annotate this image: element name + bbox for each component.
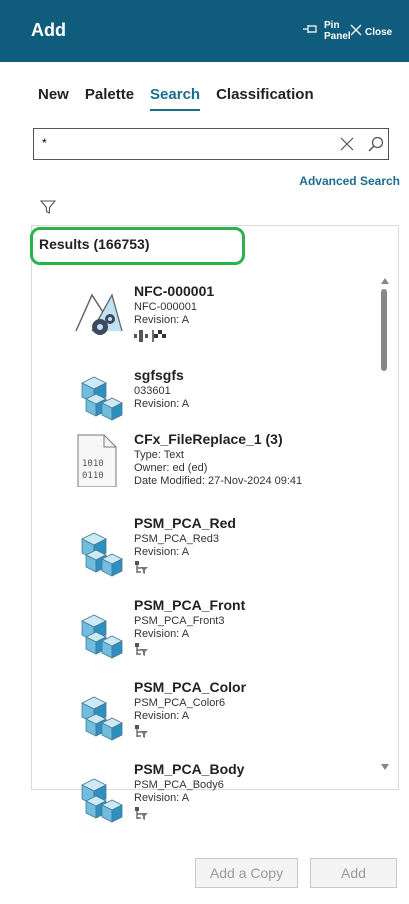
item-date-modified: Date Modified: 27-Nov-2024 09:41 — [134, 475, 303, 487]
tab-classification[interactable]: Classification — [216, 86, 314, 111]
structure-filter-icon — [134, 643, 148, 657]
svg-text:1010: 1010 — [82, 459, 104, 469]
part-cubes-icon — [72, 523, 128, 579]
filter-icon[interactable] — [39, 199, 57, 220]
item-revision: Revision: A — [134, 546, 190, 558]
scroll-up-arrow[interactable] — [381, 278, 389, 284]
item-id: PSM_PCA_Color6 — [134, 697, 226, 709]
item-revision: Revision: A — [134, 314, 190, 326]
panel-header: Add Pin Panel Close — [0, 0, 409, 62]
item-name: PSM_PCA_Red — [134, 515, 236, 531]
item-name: PSM_PCA_Color — [134, 679, 247, 695]
item-id: PSM_PCA_Body6 — [134, 779, 224, 791]
structure-icon — [134, 329, 148, 343]
tab-palette[interactable]: Palette — [85, 86, 134, 111]
pin-label-line2: Panel — [324, 31, 351, 42]
nfc-assembly-icon — [72, 283, 128, 339]
svg-text:0110: 0110 — [82, 471, 104, 481]
part-cubes-icon — [72, 605, 128, 661]
item-name: PSM_PCA_Body — [134, 761, 245, 777]
close-icon — [350, 23, 362, 41]
structure-filter-icon — [134, 807, 148, 821]
scrollbar-thumb[interactable] — [381, 289, 387, 371]
search-icon[interactable] — [367, 135, 385, 158]
item-revision: Revision: A — [134, 792, 190, 804]
pin-label-line1: Pin — [324, 20, 340, 31]
item-revision: Revision: A — [134, 398, 190, 410]
item-name: NFC-000001 — [134, 283, 215, 299]
search-input[interactable] — [40, 135, 314, 151]
pin-icon — [302, 22, 320, 41]
tab-new[interactable]: New — [38, 86, 69, 111]
part-cubes-icon — [72, 367, 128, 423]
item-id: PSM_PCA_Front3 — [134, 615, 225, 627]
close-label: Close — [365, 26, 393, 38]
item-revision: Revision: A — [134, 710, 190, 722]
advanced-search-link[interactable]: Advanced Search — [299, 174, 400, 188]
clear-icon[interactable] — [339, 136, 355, 157]
results-highlight-outline — [30, 227, 245, 265]
structure-filter-icon — [134, 725, 148, 739]
structure-filter-icon — [134, 561, 148, 575]
pin-panel-button[interactable]: Pin Panel — [302, 16, 351, 46]
item-id: NFC-000001 — [134, 301, 197, 313]
scroll-down-arrow[interactable] — [381, 764, 389, 770]
part-cubes-icon — [72, 687, 128, 743]
close-button[interactable]: Close — [350, 20, 392, 44]
add-button[interactable]: Add — [310, 858, 397, 888]
item-revision: Revision: A — [134, 628, 190, 640]
add-copy-button[interactable]: Add a Copy — [195, 858, 298, 888]
item-name: sgfsgfs — [134, 367, 184, 383]
tab-bar: New Palette Search Classification — [38, 86, 330, 111]
item-id: PSM_PCA_Red3 — [134, 533, 219, 545]
item-name: CFx_FileReplace_1 (3) — [134, 431, 283, 447]
item-name: PSM_PCA_Front — [134, 597, 246, 613]
item-owner: Owner: ed (ed) — [134, 462, 208, 474]
item-id: 033601 — [134, 385, 171, 397]
tab-search[interactable]: Search — [150, 86, 201, 111]
search-box — [33, 128, 389, 160]
part-cubes-icon — [72, 769, 128, 825]
item-type: Type: Text — [134, 449, 184, 461]
panel-title: Add — [31, 20, 66, 40]
text-file-icon: 1010 0110 — [72, 431, 128, 488]
flag-icon — [152, 329, 168, 343]
